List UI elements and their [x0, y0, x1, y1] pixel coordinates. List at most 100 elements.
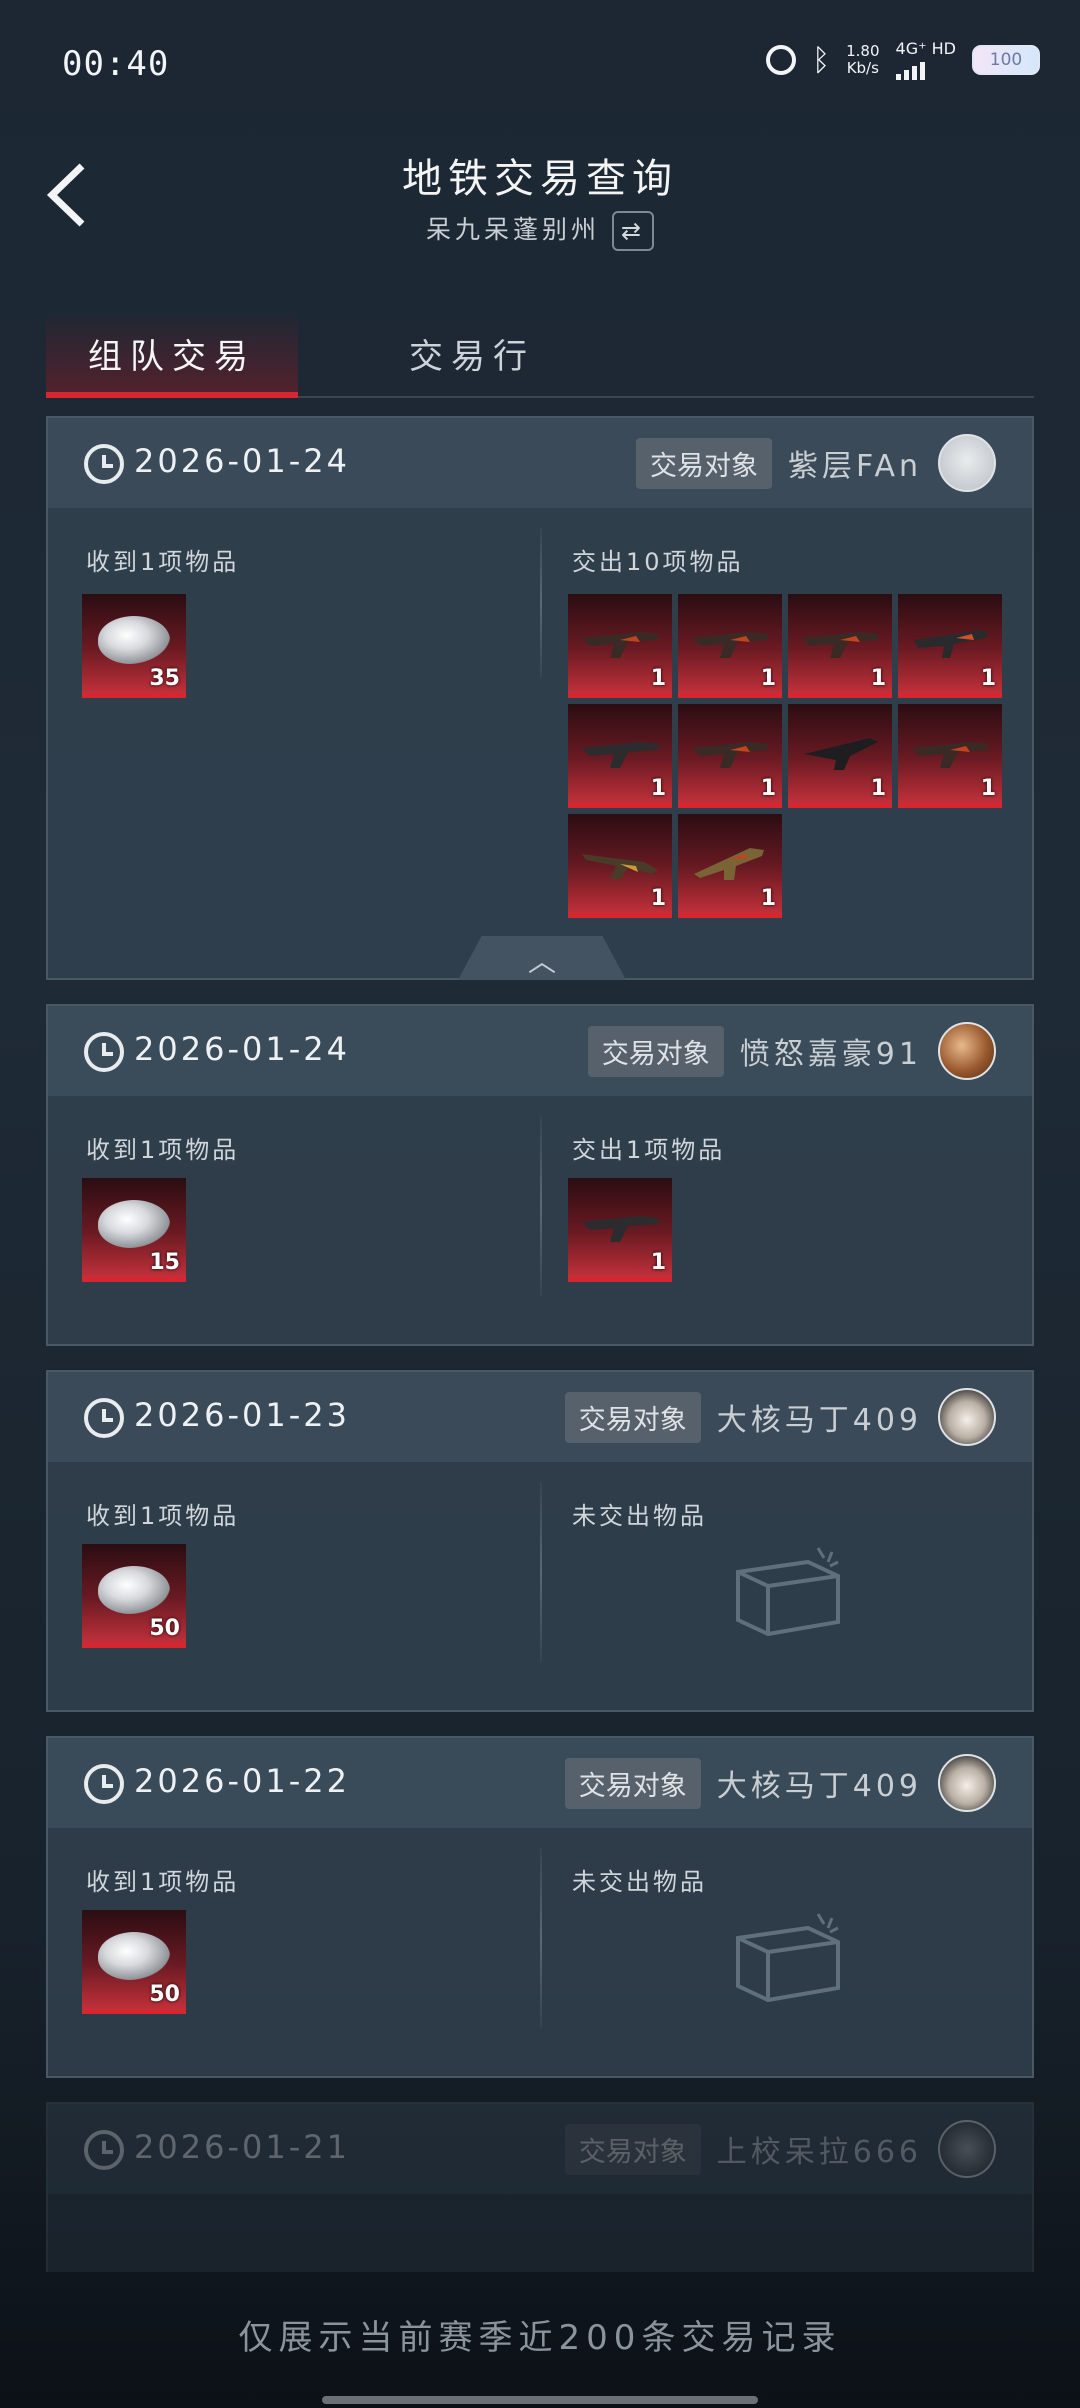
rifle-icon [912, 742, 988, 768]
signal-icon [895, 58, 956, 80]
tab-trading-house[interactable]: 交易行 [346, 310, 598, 396]
clock-icon [84, 1398, 124, 1438]
sold-item-rifle[interactable]: 1 [568, 704, 672, 808]
item-quantity: 35 [149, 666, 180, 691]
item-quantity: 1 [760, 886, 776, 911]
item-quantity: 1 [980, 666, 996, 691]
silver-ore-icon [98, 1566, 170, 1614]
sold-item-rifle[interactable]: 1 [568, 814, 672, 918]
item-quantity: 1 [760, 666, 776, 691]
swap-arrows-icon[interactable]: ⇄ [612, 211, 654, 251]
sold-item-rifle[interactable]: 1 [678, 814, 782, 918]
partner-badge: 交易对象 [564, 2123, 701, 2175]
smg-icon [804, 738, 878, 770]
collapse-button[interactable]: ︿ [458, 936, 626, 980]
record-date: 2026-01-21 [134, 2128, 350, 2166]
sold-item-rifle[interactable]: 1 [678, 704, 782, 808]
trade-record-card: 2026-01-24 交易对象 紫层FAn 收到1项物品 交出10项物品 35 … [46, 416, 1034, 980]
status-bar: 00:40 ᛒ 1.80 Kb/s 4G⁺ HD 100 [0, 0, 1080, 120]
sold-label: 交出1项物品 [572, 1136, 726, 1164]
home-indicator[interactable] [322, 2396, 758, 2404]
rifle-icon [694, 848, 764, 880]
item-quantity: 1 [870, 776, 886, 801]
sold-item-rifle[interactable]: 1 [568, 1178, 672, 1282]
status-time: 00:40 [62, 44, 170, 84]
no-items-label: 未交出物品 [572, 1868, 707, 1896]
received-label: 收到1项物品 [86, 1136, 240, 1164]
item-quantity: 1 [650, 886, 666, 911]
trade-partner[interactable]: 交易对象 愤怒嘉豪91 [587, 1022, 996, 1080]
record-date: 2026-01-24 [134, 1030, 350, 1068]
sold-item-rifle[interactable]: 1 [568, 594, 672, 698]
item-quantity: 50 [149, 1616, 180, 1641]
region-selector[interactable]: 呆九呆蓬别州 ⇄ [0, 210, 1080, 251]
trade-partner[interactable]: 交易对象 紫层FAn [635, 434, 996, 492]
region-name: 呆九呆蓬别州 [425, 215, 600, 244]
sold-item-smg[interactable]: 1 [898, 594, 1002, 698]
trade-partner[interactable]: 交易对象 上校呆拉666 [564, 2120, 996, 2178]
rifle-icon [582, 854, 658, 880]
avatar[interactable] [938, 1022, 996, 1080]
partner-name: 上校呆拉666 [716, 2135, 922, 2170]
item-quantity: 1 [650, 1250, 666, 1275]
sold-item-rifle[interactable]: 1 [788, 594, 892, 698]
rifle-icon [692, 632, 768, 658]
page-title: 地铁交易查询 [402, 156, 678, 202]
record-header: 2026-01-24 交易对象 紫层FAn [48, 418, 1032, 508]
network-type: 4G⁺ HD [895, 40, 956, 80]
tab-team-trade[interactable]: 组队交易 [46, 310, 298, 398]
record-header: 2026-01-22 交易对象 大核马丁409 [48, 1738, 1032, 1828]
record-header: 2026-01-24 交易对象 愤怒嘉豪91 [48, 1006, 1032, 1096]
avatar[interactable] [938, 434, 996, 492]
clock-icon [84, 1032, 124, 1072]
record-header: 2026-01-23 交易对象 大核马丁409 [48, 1372, 1032, 1462]
rifle-icon [582, 742, 658, 768]
received-label: 收到1项物品 [86, 1502, 240, 1530]
rifle-icon [582, 632, 658, 658]
trade-record-card: 2026-01-22 交易对象 大核马丁409 收到1项物品 未交出物品 50 [46, 1736, 1034, 2078]
sold-item-smg[interactable]: 1 [788, 704, 892, 808]
partner-name: 大核马丁409 [716, 1769, 922, 1804]
partner-badge: 交易对象 [587, 1025, 724, 1077]
clock-icon [84, 2130, 124, 2170]
trade-partner[interactable]: 交易对象 大核马丁409 [564, 1754, 996, 1812]
battery-indicator: 100 [972, 45, 1040, 75]
item-quantity: 1 [870, 666, 886, 691]
received-item-silver[interactable]: 35 [82, 594, 186, 698]
clock-icon [84, 1764, 124, 1804]
trade-partner[interactable]: 交易对象 大核马丁409 [564, 1388, 996, 1446]
avatar[interactable] [938, 1754, 996, 1812]
received-item-silver[interactable]: 15 [82, 1178, 186, 1282]
item-quantity: 1 [650, 666, 666, 691]
received-item-silver[interactable]: 50 [82, 1910, 186, 2014]
avatar[interactable] [938, 2120, 996, 2178]
trade-tabs: 组队交易 交易行 [46, 310, 1034, 398]
avatar[interactable] [938, 1388, 996, 1446]
rifle-icon [582, 1216, 658, 1242]
record-date: 2026-01-24 [134, 442, 350, 480]
item-quantity: 1 [650, 776, 666, 801]
silver-ore-icon [98, 1200, 170, 1248]
column-divider [540, 528, 542, 678]
received-label: 收到1项物品 [86, 548, 240, 576]
column-divider [540, 1482, 542, 1662]
received-item-silver[interactable]: 50 [82, 1544, 186, 1648]
silver-ore-icon [98, 1932, 170, 1980]
page-header: 地铁交易查询 呆九呆蓬别州 ⇄ [0, 130, 1080, 260]
item-quantity: 15 [149, 1250, 180, 1275]
trade-record-card: 2026-01-24 交易对象 愤怒嘉豪91 收到1项物品 交出1项物品 15 … [46, 1004, 1034, 1346]
empty-box-icon [736, 1913, 840, 2003]
item-quantity: 1 [760, 776, 776, 801]
network-speed: 1.80 Kb/s [846, 42, 880, 77]
sold-item-rifle[interactable]: 1 [898, 704, 1002, 808]
partner-badge: 交易对象 [564, 1757, 701, 1809]
trade-record-card: 2026-01-23 交易对象 大核马丁409 收到1项物品 未交出物品 50 [46, 1370, 1034, 1712]
sold-label: 交出10项物品 [572, 548, 744, 576]
partner-name: 愤怒嘉豪91 [739, 1037, 922, 1072]
record-date: 2026-01-22 [134, 1762, 350, 1800]
partner-name: 紫层FAn [787, 449, 922, 484]
item-quantity: 1 [980, 776, 996, 801]
partner-badge: 交易对象 [564, 1391, 701, 1443]
rifle-icon [692, 742, 768, 768]
sold-item-rifle[interactable]: 1 [678, 594, 782, 698]
